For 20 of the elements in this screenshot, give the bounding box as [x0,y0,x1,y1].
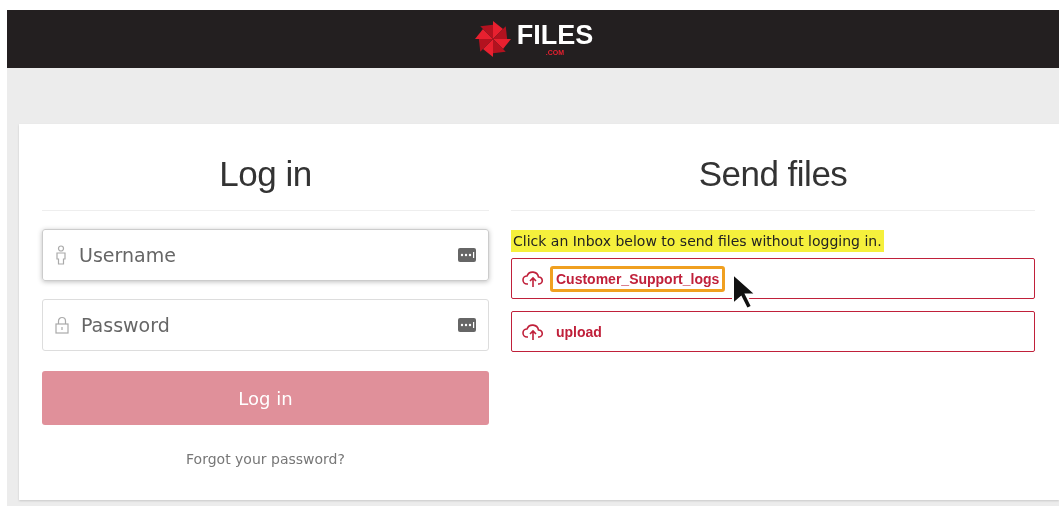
pinwheel-logo-icon [472,19,513,59]
lock-icon [55,316,69,334]
inbox-name: upload [555,322,603,342]
login-title: Log in [218,154,313,194]
inbox-button[interactable]: Customer_Support_logs [511,258,1035,299]
input-field[interactable]: Password [42,299,489,351]
inbox-button[interactable]: upload [511,311,1035,352]
person-icon [55,245,67,265]
password-manager-icon[interactable] [458,248,476,262]
highlighted-hint-text: Click an Inbox below to send files without logging in. [511,230,884,252]
cloud-upload-icon [522,322,544,341]
password-manager-icon[interactable] [458,318,476,332]
input-field[interactable]: Username [42,229,489,281]
cloud-upload-icon [522,269,544,288]
forgot-password-link[interactable]: Forgot your password? [186,451,345,467]
text-input[interactable]: Username [77,243,448,267]
logo-text: FILES [516,22,594,49]
send-files-title: Send files [697,154,849,194]
inbox-name: Customer_Support_logs [550,265,726,292]
text-input[interactable]: Password [79,313,448,337]
